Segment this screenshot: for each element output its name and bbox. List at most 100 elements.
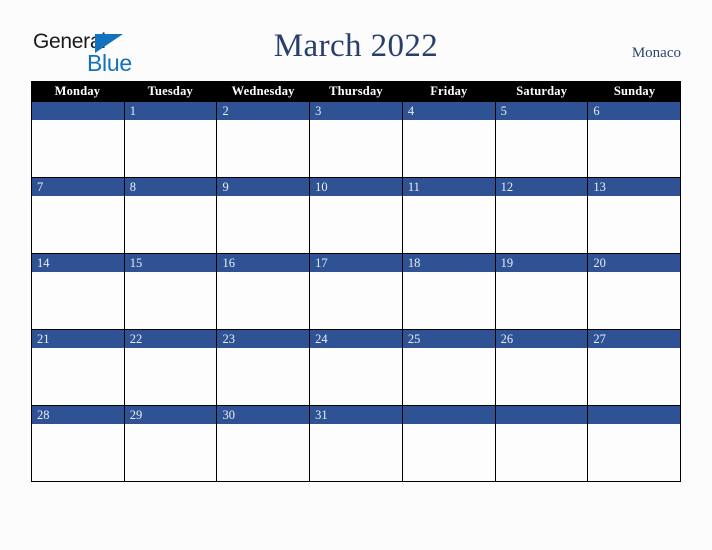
day-event-area[interactable] — [217, 120, 310, 177]
day-cell[interactable]: 28 — [32, 406, 125, 482]
day-cell[interactable]: 18 — [402, 254, 496, 330]
day-event-area[interactable] — [310, 272, 402, 329]
day-event-area[interactable] — [217, 196, 310, 253]
day-cell[interactable]: 21 — [32, 330, 125, 406]
day-event-area[interactable] — [32, 424, 124, 481]
day-cell[interactable]: 15 — [124, 254, 218, 330]
day-cell[interactable] — [495, 406, 589, 482]
day-event-area[interactable] — [402, 120, 495, 177]
day-event-area[interactable] — [310, 424, 402, 481]
day-cell[interactable]: 16 — [217, 254, 311, 330]
day-number-strip: 17 — [310, 254, 402, 272]
day-cell[interactable] — [32, 102, 125, 178]
day-cell[interactable]: 6 — [588, 102, 682, 178]
day-event-area[interactable] — [588, 272, 681, 329]
day-number-strip: 23 — [217, 330, 310, 348]
day-event-area[interactable] — [495, 424, 588, 481]
day-event-area[interactable] — [588, 348, 681, 405]
day-cell[interactable]: 19 — [495, 254, 589, 330]
day-event-area[interactable] — [217, 272, 310, 329]
day-event-area[interactable] — [124, 196, 217, 253]
weekday-header-monday: Monday — [54, 84, 101, 98]
day-event-area[interactable] — [495, 120, 588, 177]
day-number-strip: 18 — [402, 254, 495, 272]
day-number: 2 — [222, 103, 229, 118]
day-cell[interactable]: 12 — [495, 178, 589, 254]
day-cell[interactable] — [402, 406, 496, 482]
day-event-area[interactable] — [124, 424, 217, 481]
day-event-area[interactable] — [588, 424, 681, 481]
day-cell[interactable]: 11 — [402, 178, 496, 254]
day-cell[interactable]: 22 — [124, 330, 218, 406]
day-cell[interactable]: 5 — [495, 102, 589, 178]
day-event-area[interactable] — [588, 196, 681, 253]
day-event-area[interactable] — [495, 272, 588, 329]
day-event-area[interactable] — [32, 348, 124, 405]
day-event-area[interactable] — [124, 120, 217, 177]
day-cell[interactable]: 3 — [310, 102, 403, 178]
day-event-area[interactable] — [588, 120, 681, 177]
day-cell[interactable] — [588, 406, 682, 482]
day-number-strip — [32, 102, 124, 120]
day-cell[interactable]: 14 — [32, 254, 125, 330]
day-event-area[interactable] — [32, 196, 124, 253]
day-number: 14 — [37, 255, 50, 270]
day-event-area[interactable] — [402, 272, 495, 329]
day-event-area[interactable] — [310, 120, 402, 177]
day-number: 10 — [315, 179, 328, 194]
day-number-strip — [495, 406, 588, 424]
day-cell[interactable]: 2 — [217, 102, 311, 178]
day-cell[interactable]: 10 — [310, 178, 403, 254]
day-number-strip: 30 — [217, 406, 310, 424]
day-cell[interactable]: 23 — [217, 330, 311, 406]
day-event-area[interactable] — [402, 196, 495, 253]
day-number: 26 — [500, 331, 514, 346]
day-cell[interactable]: 29 — [124, 406, 218, 482]
day-event-area[interactable] — [124, 348, 217, 405]
day-cell[interactable]: 13 — [588, 178, 682, 254]
day-number: 31 — [315, 407, 328, 422]
day-number: 12 — [500, 179, 514, 194]
day-number: 7 — [37, 179, 44, 194]
day-cell[interactable]: 1 — [124, 102, 218, 178]
day-event-area[interactable] — [217, 424, 310, 481]
day-cell[interactable]: 7 — [32, 178, 125, 254]
day-cell[interactable]: 8 — [124, 178, 218, 254]
day-cell[interactable]: 27 — [588, 330, 682, 406]
day-number: 25 — [407, 331, 421, 346]
day-event-area[interactable] — [124, 272, 217, 329]
day-number: 8 — [129, 179, 136, 194]
day-event-area[interactable] — [310, 196, 402, 253]
day-cell[interactable]: 9 — [217, 178, 311, 254]
day-number: 1 — [129, 103, 136, 118]
day-number: 15 — [129, 255, 143, 270]
day-event-area[interactable] — [402, 348, 495, 405]
day-cell[interactable]: 26 — [495, 330, 589, 406]
day-event-area[interactable] — [310, 348, 402, 405]
week-row: 1 2 3 4 5 6 — [31, 102, 682, 178]
day-number: 5 — [500, 103, 507, 118]
page-title: March 2022 — [273, 28, 439, 64]
day-event-area[interactable] — [217, 348, 310, 405]
day-event-area[interactable] — [495, 348, 588, 405]
day-cell[interactable]: 25 — [402, 330, 496, 406]
day-cell[interactable]: 30 — [217, 406, 311, 482]
day-cell[interactable]: 4 — [402, 102, 496, 178]
day-cell[interactable]: 17 — [310, 254, 403, 330]
day-number-strip: 6 — [588, 102, 681, 120]
day-cell[interactable]: 31 — [310, 406, 403, 482]
day-event-area[interactable] — [32, 272, 124, 329]
day-number-strip: 15 — [124, 254, 217, 272]
day-event-area[interactable] — [402, 424, 495, 481]
day-number-strip: 10 — [310, 178, 402, 196]
day-event-area[interactable] — [32, 120, 124, 177]
day-cell[interactable]: 20 — [588, 254, 682, 330]
day-number: 27 — [593, 331, 606, 346]
weekday-header-sunday: Sunday — [613, 84, 656, 98]
day-number: 23 — [222, 331, 235, 346]
day-number-strip: 26 — [495, 330, 588, 348]
day-number-strip: 27 — [588, 330, 681, 348]
page-header: General Blue March 2022 Monaco — [0, 0, 712, 81]
day-cell[interactable]: 24 — [310, 330, 403, 406]
day-event-area[interactable] — [495, 196, 588, 253]
